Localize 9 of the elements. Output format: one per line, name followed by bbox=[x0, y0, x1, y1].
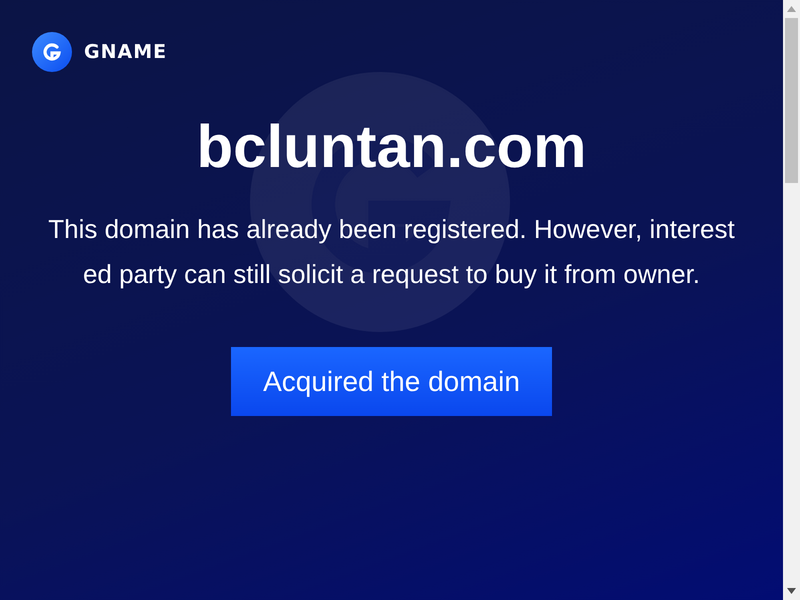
scroll-down-icon[interactable] bbox=[787, 588, 796, 594]
domain-name: bcluntan.com bbox=[196, 112, 587, 181]
scrollbar[interactable] bbox=[783, 0, 800, 600]
message: This domain has already been registered. However, interested party can still solicit a request to buy it from owner. bbox=[47, 213, 736, 291]
scrollbar-thumb[interactable] bbox=[785, 18, 798, 183]
acquire-button[interactable]: Acquired the domain bbox=[231, 347, 552, 416]
logo-icon bbox=[32, 32, 72, 72]
brand-name: GNAME bbox=[84, 41, 168, 63]
scroll-up-icon[interactable] bbox=[787, 6, 796, 12]
